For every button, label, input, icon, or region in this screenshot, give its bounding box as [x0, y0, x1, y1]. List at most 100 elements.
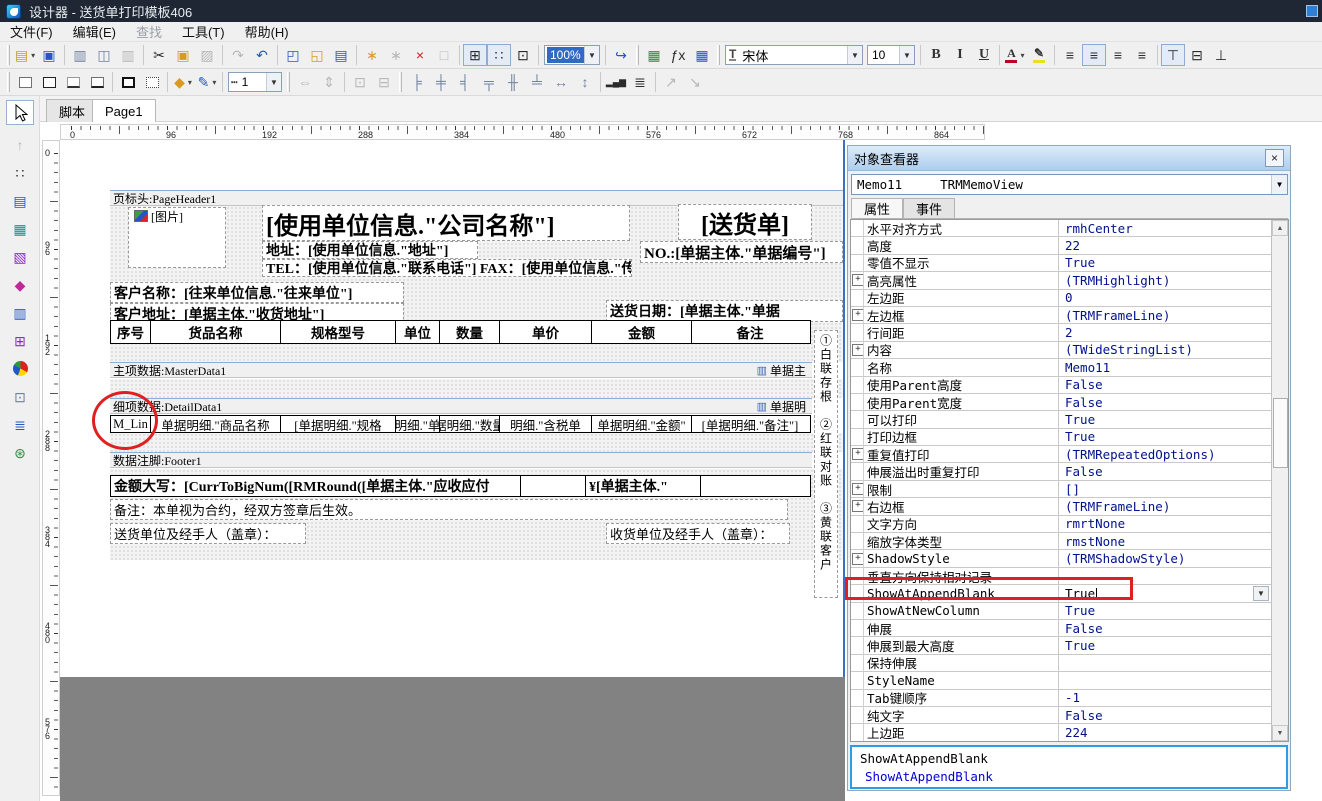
col-header[interactable]: 单价 [500, 321, 592, 343]
menu-tools[interactable]: 工具(T) [172, 20, 235, 43]
addin-tool[interactable]: ⊞ [6, 328, 34, 353]
tel-fax-memo[interactable]: TEL：[使用单位信息."联系电话"] FAX：[使用单位信息."传真 [262, 259, 632, 277]
detail-cell[interactable]: [单据明细."规格 [281, 416, 396, 432]
valign-middle-button[interactable]: ⊟ [1185, 44, 1209, 66]
detail-cell[interactable]: 单据明细."金额" [592, 416, 692, 432]
chart-align-button[interactable]: ▂▄▆ [604, 71, 628, 93]
scroll-up-button[interactable]: ▲ [1272, 220, 1288, 236]
property-row[interactable]: StyleName [851, 672, 1271, 689]
undo-button[interactable]: ↶ [250, 44, 274, 66]
font-size-combo[interactable]: 10▼ [867, 45, 915, 65]
copies-strip-memo[interactable]: ①白联存根 ②红联对账 ③黄联客户 [814, 330, 838, 598]
print-button[interactable]: ▥ [68, 44, 92, 66]
sign-left-memo[interactable]: 送货单位及经手人（盖章）： [110, 523, 306, 544]
property-row[interactable]: 伸展溢出时重复打印False [851, 463, 1271, 480]
property-row[interactable]: 伸展False [851, 620, 1271, 637]
property-row[interactable]: 高亮属性(TRMHighlight) [851, 272, 1271, 289]
sign-right-memo[interactable]: 收货单位及经手人（盖章）： [606, 523, 790, 544]
tab-page1[interactable]: Page1 [92, 99, 156, 122]
property-row[interactable]: 内容(TWideStringList) [851, 342, 1271, 359]
band-masterdata-area[interactable] [110, 379, 843, 398]
frame-top-button[interactable] [61, 71, 85, 93]
col-header[interactable]: 备注 [692, 321, 808, 343]
property-row[interactable]: 水平对齐方式rmhCenter [851, 220, 1271, 237]
bring-to-front-button[interactable]: ◰ [281, 44, 305, 66]
property-row[interactable]: 上边距224 [851, 724, 1271, 741]
tab-events[interactable]: 事件 [903, 198, 955, 219]
property-row[interactable]: 左边框(TRMFrameLine) [851, 307, 1271, 324]
inspector-title-bar[interactable]: 对象查看器 × [848, 146, 1290, 171]
tab-properties[interactable]: 属性 [851, 198, 903, 219]
select-tool[interactable] [6, 100, 34, 125]
richtext-tool[interactable]: ▥ [6, 300, 34, 325]
font-name-combo[interactable]: T宋体▼ [725, 45, 863, 65]
detail-cell[interactable]: 单据明细."商品名称 [151, 416, 281, 432]
customer-name-memo[interactable]: 客户名称：[往来单位信息."往来单位"] [110, 282, 404, 303]
menu-file[interactable]: 文件(F) [0, 20, 63, 43]
detail-data-row[interactable]: M_Lin 单据明细."商品名称 [单据明细."规格 明细."单 据明细."数量… [110, 415, 811, 433]
delivery-date-memo[interactable]: 送货日期：[单据主体."单据 [606, 300, 843, 322]
object-selector-combo[interactable]: Memo11 TRMMemoView ▼ [851, 174, 1288, 195]
company-name-memo[interactable]: [使用单位信息."公司名称"] [262, 205, 630, 241]
col-header[interactable]: 规格型号 [281, 321, 396, 343]
highlight-button[interactable]: ✎ [1027, 44, 1051, 66]
band-tool[interactable]: ∷ [6, 160, 34, 185]
frame-thick-button[interactable] [116, 71, 140, 93]
line-color-button[interactable]: ✎▾ [195, 71, 219, 93]
grid-scrollbar[interactable]: ▲ ▼ [1271, 220, 1288, 741]
delete-page-button[interactable]: × [408, 44, 432, 66]
menu-edit[interactable]: 编辑(E) [63, 20, 126, 43]
shape-tool[interactable]: ◆ [6, 272, 34, 297]
property-row[interactable]: 文字方向rmrtNone [851, 516, 1271, 533]
property-row[interactable]: 重复值打印(TRMRepeatedOptions) [851, 446, 1271, 463]
property-row[interactable]: 使用Parent宽度False [851, 394, 1271, 411]
frame-dotted-button[interactable] [140, 71, 164, 93]
col-header[interactable]: 货品名称 [151, 321, 281, 343]
zoom-combo[interactable]: 100%▼ [544, 45, 600, 65]
property-row[interactable]: ShadowStyle(TRMShadowStyle) [851, 550, 1271, 567]
property-row[interactable]: 高度22 [851, 237, 1271, 254]
line-width-combo[interactable]: ┅1▼ [228, 72, 282, 92]
toolbar-grip[interactable] [7, 45, 10, 65]
align-left-edges-button[interactable]: ╞ [405, 71, 429, 93]
expression-button[interactable]: ƒx [666, 44, 690, 66]
bold-button[interactable]: B [924, 44, 948, 66]
fill-color-button[interactable]: ◆▾ [171, 71, 195, 93]
band-masterdata[interactable]: 主项数据:MasterData1 ▥单据主 [110, 362, 812, 378]
object-dropdown-icon[interactable]: ▼ [1271, 175, 1287, 194]
doc-no-memo[interactable]: NO.:[单据主体."单据编号"] [640, 241, 843, 263]
property-row[interactable]: 右边框(TRMFrameLine) [851, 498, 1271, 515]
open-button[interactable]: ▤▾ [13, 44, 37, 66]
ole-tool[interactable]: ⊡ [6, 384, 34, 409]
toolbar-grip[interactable] [399, 72, 402, 92]
detail-cell[interactable]: 明细."含税单 [500, 416, 592, 432]
size-dropdown-icon[interactable]: ▼ [899, 46, 914, 64]
snap-to-grid-button[interactable]: ∷ [487, 44, 511, 66]
col-header[interactable]: 数量 [440, 321, 500, 343]
property-row[interactable]: 零值不显示True [851, 255, 1271, 272]
amount-words-memo[interactable]: 金额大写：[CurrToBigNum([RMRound([单据主体."应收应付 [110, 475, 521, 497]
toolbar-grip[interactable] [636, 45, 639, 65]
italic-button[interactable]: I [948, 44, 972, 66]
detail-cell[interactable]: 据明细."数量 [440, 416, 500, 432]
layers-button[interactable]: ≣ [628, 71, 652, 93]
align-justify-button[interactable]: ≡ [1130, 44, 1154, 66]
dbcontrol-tool[interactable]: ⊛ [6, 440, 34, 465]
property-row[interactable]: 行间距2 [851, 324, 1271, 341]
address-memo[interactable]: 地址：[使用单位信息."地址"] [262, 241, 478, 259]
exit-designer-button[interactable]: ↪ [609, 44, 633, 66]
space-horizontally-button[interactable]: ↔ [549, 71, 573, 93]
property-row[interactable]: ShowAtNewColumnTrue [851, 603, 1271, 620]
page-properties-button[interactable]: ▤ [329, 44, 353, 66]
property-row[interactable]: 左边距0 [851, 290, 1271, 307]
logo-picture-box[interactable]: [图片] [128, 207, 226, 268]
col-header[interactable]: 金额 [592, 321, 692, 343]
print-preview-button[interactable]: ◫ [92, 44, 116, 66]
line-width-dropdown-icon[interactable]: ▼ [266, 73, 281, 91]
table-header-row[interactable]: 序号 货品名称 规格型号 单位 数量 单价 金额 备注 [110, 320, 811, 344]
show-grid-button[interactable]: ⊞ [463, 44, 487, 66]
align-right-edges-button[interactable]: ╡ [453, 71, 477, 93]
dbtext-tool[interactable]: ≣ [6, 412, 34, 437]
font-dropdown-icon[interactable]: ▼ [847, 46, 862, 64]
toolbar-grip[interactable] [287, 72, 290, 92]
